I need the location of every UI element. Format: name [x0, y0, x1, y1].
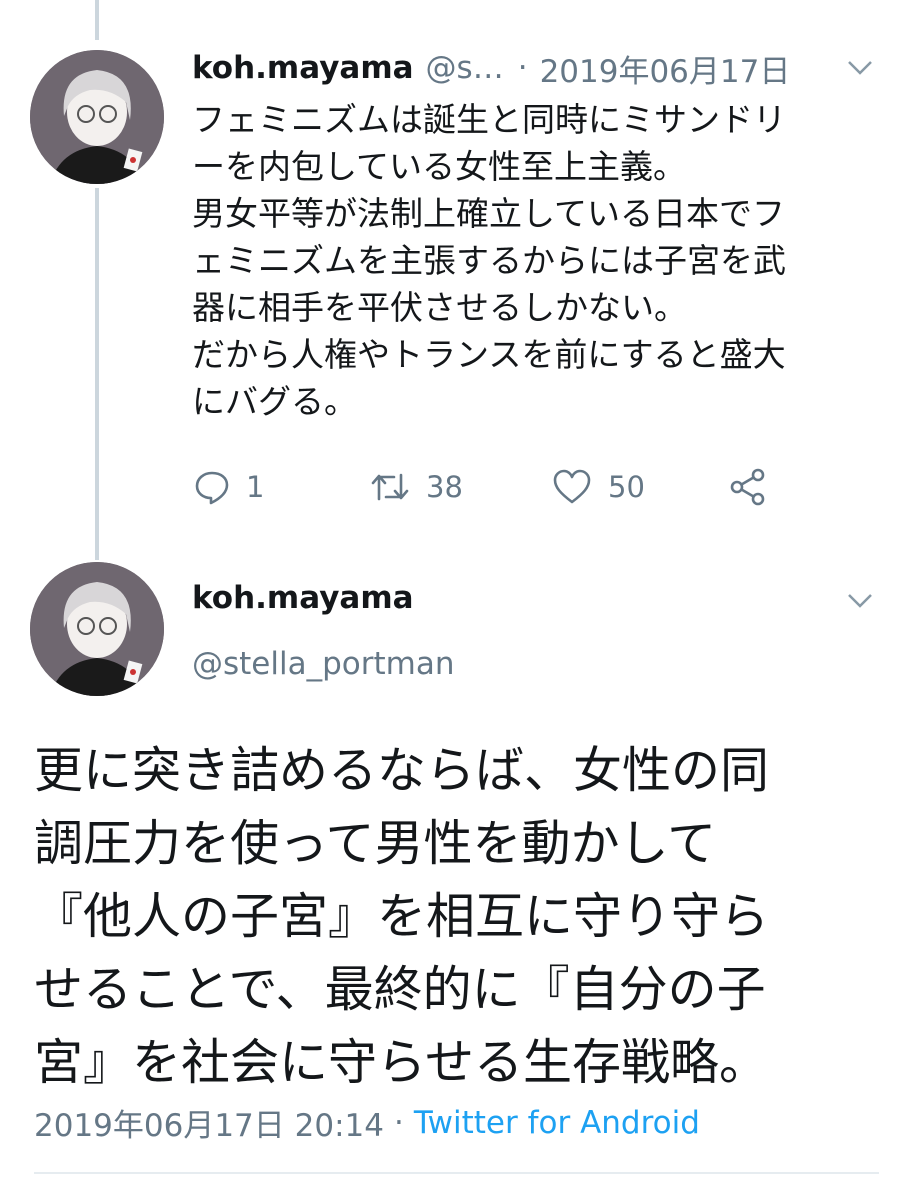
- tweet-text-line: だから人権やトランスを前にすると盛大: [192, 335, 786, 374]
- retweet-button[interactable]: 38: [370, 462, 463, 512]
- tweet-text-line: 『他人の子宮』を相互に守り守ら: [34, 888, 770, 945]
- separator: ·: [517, 50, 528, 86]
- tweet-text-line: 男女平等が法制上確立している日本でフ: [192, 194, 786, 233]
- separator: ·: [393, 1104, 404, 1141]
- avatar-image: [30, 50, 164, 184]
- author-name[interactable]: koh.mayama: [192, 50, 414, 86]
- tweet-text-line: 宮』を社会に守らせる生存戦略。: [34, 1034, 769, 1091]
- tweet-date[interactable]: 2019年06月17日: [540, 46, 791, 91]
- focused-tweet-text: 更に突き詰めるならば、女性の同 調圧力を使って男性を動かして 『他人の子宮』を相…: [34, 734, 894, 1099]
- tweet-actions: 1 38 50: [194, 462, 794, 512]
- tweet-text-line: 調圧力を使って男性を動かして: [34, 815, 717, 872]
- tweet-text-line: ェミニズムを主張するからには子宮を武: [192, 241, 786, 280]
- tweet-header: koh.mayama @s… · 2019年06月17日: [192, 44, 892, 92]
- chevron-down-icon[interactable]: [846, 58, 874, 82]
- like-count: 50: [608, 470, 645, 504]
- avatar[interactable]: [30, 562, 164, 696]
- retweet-icon: [371, 473, 409, 501]
- thread-connector: [95, 188, 99, 560]
- tweet-text: フェミニズムは誕生と同時にミサンドリ ーを内包している女性至上主義。 男女平等が…: [192, 96, 892, 425]
- tweet-meta: 2019年06月17日 20:14 · Twitter for Android: [34, 1100, 700, 1145]
- tweet-text-line: にバグる。: [192, 382, 357, 421]
- like-button[interactable]: 50: [552, 462, 645, 512]
- author-name[interactable]: koh.mayama: [192, 580, 414, 616]
- tweet-text-line: 更に突き詰めるならば、女性の同: [34, 742, 770, 799]
- share-button[interactable]: [728, 462, 768, 512]
- tweet-text-line: ーを内包している女性至上主義。: [192, 147, 687, 186]
- reply-count: 1: [246, 470, 265, 504]
- tweet-source-link[interactable]: Twitter for Android: [414, 1105, 700, 1141]
- avatar-image: [30, 562, 164, 696]
- reply-icon: [195, 471, 229, 505]
- reply-button[interactable]: 1: [194, 462, 264, 512]
- thread-connector-top: [95, 0, 99, 40]
- retweet-count: 38: [426, 470, 463, 504]
- tweet-timestamp[interactable]: 2019年06月17日 20:14: [34, 1100, 384, 1145]
- author-handle[interactable]: @s…: [426, 50, 504, 86]
- heart-icon: [553, 469, 591, 504]
- chevron-down-icon[interactable]: [846, 591, 874, 615]
- divider: [34, 1172, 879, 1174]
- avatar[interactable]: [30, 50, 164, 184]
- tweet-text-line: せることで、最終的に『自分の子: [34, 961, 766, 1018]
- share-icon: [730, 468, 765, 506]
- tweet-text-line: フェミニズムは誕生と同時にミサンドリ: [192, 100, 786, 139]
- tweet-text-line: 器に相手を平伏させるしかない。: [192, 288, 687, 327]
- author-handle[interactable]: @stella_portman: [192, 646, 455, 682]
